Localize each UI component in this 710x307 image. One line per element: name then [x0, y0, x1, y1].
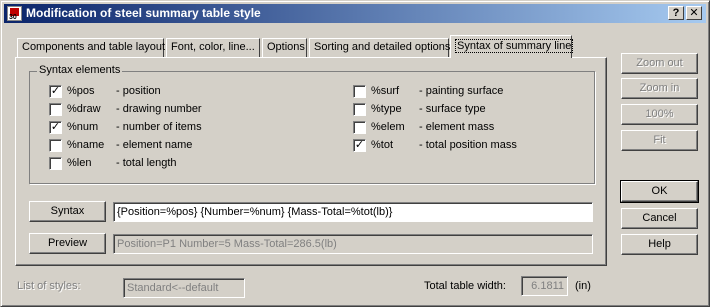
- code-label: %tot: [371, 139, 394, 151]
- code-label: %num: [67, 121, 99, 133]
- tab-options[interactable]: Options: [262, 38, 307, 57]
- list-of-styles-label: List of styles:: [17, 280, 81, 292]
- desc-label: - number of items: [116, 121, 202, 133]
- preview-field: Position=P1 Number=5 Mass-Total=286.5(lb…: [113, 234, 593, 254]
- checkbox-box[interactable]: [49, 157, 62, 170]
- tab-font-color-line[interactable]: Font, color, line...: [166, 38, 260, 57]
- desc-label: - drawing number: [116, 103, 202, 115]
- ok-button[interactable]: OK: [620, 180, 699, 203]
- checkbox-type[interactable]: %type - surface type: [353, 102, 583, 118]
- preview-button[interactable]: Preview: [29, 233, 106, 254]
- desc-label: - surface type: [419, 103, 486, 115]
- desc-label: - element mass: [419, 121, 495, 133]
- zoom-out-button[interactable]: Zoom out: [621, 53, 698, 74]
- total-width-field: 6.1811: [521, 276, 568, 296]
- group-title: Syntax elements: [37, 64, 123, 76]
- help-button[interactable]: Help: [621, 234, 698, 255]
- fit-button[interactable]: Fit: [621, 130, 698, 151]
- code-label: %len: [67, 157, 92, 169]
- tab-label: Options: [267, 41, 305, 53]
- desc-label: - total length: [116, 157, 177, 169]
- desc-label: - total position mass: [419, 139, 517, 151]
- close-title-button[interactable]: ✕: [686, 6, 702, 20]
- tab-label: Components and table layout: [22, 41, 166, 53]
- app-icon: 30: [7, 6, 22, 21]
- tab-label: Syntax of summary line: [455, 39, 574, 53]
- dialog-window: 30 Modification of steel summary table s…: [0, 0, 710, 307]
- checkbox-surf[interactable]: %surf - painting surface: [353, 84, 583, 100]
- desc-label: - element name: [116, 139, 193, 151]
- code-label: %type: [371, 103, 402, 115]
- tab-components-layout[interactable]: Components and table layout: [17, 38, 166, 57]
- checkbox-name[interactable]: %name - element name: [49, 138, 329, 154]
- checkbox-tot[interactable]: ✓ %tot - total position mass: [353, 138, 583, 154]
- checkbox-draw[interactable]: %draw - drawing number: [49, 102, 329, 118]
- checkbox-pos[interactable]: ✓ %pos - position: [49, 84, 329, 100]
- checkbox-num[interactable]: ✓ %num - number of items: [49, 120, 329, 136]
- cancel-button[interactable]: Cancel: [621, 208, 698, 229]
- desc-label: - painting surface: [419, 85, 504, 97]
- tab-label: Sorting and detailed options: [314, 41, 451, 53]
- checkbox-box[interactable]: [353, 121, 366, 134]
- checkbox-box[interactable]: [49, 103, 62, 116]
- code-label: %elem: [371, 121, 405, 133]
- checkbox-box[interactable]: [353, 85, 366, 98]
- total-width-label: Total table width:: [424, 280, 506, 292]
- tab-label: Font, color, line...: [171, 41, 255, 53]
- checkbox-elem[interactable]: %elem - element mass: [353, 120, 583, 136]
- total-width-unit: (in): [575, 280, 591, 292]
- syntax-input[interactable]: {Position=%pos} {Number=%num} {Mass-Tota…: [113, 202, 593, 222]
- code-label: %pos: [67, 85, 95, 97]
- checkbox-box[interactable]: ✓: [49, 121, 62, 134]
- checkbox-box[interactable]: [353, 103, 366, 116]
- window-title: Modification of steel summary table styl…: [26, 6, 261, 20]
- code-label: %surf: [371, 85, 400, 97]
- tab-syntax-summary-line[interactable]: Syntax of summary line: [450, 35, 574, 58]
- zoom-100-button[interactable]: 100%: [621, 104, 698, 125]
- zoom-in-button[interactable]: Zoom in: [621, 78, 698, 99]
- tab-sorting-detailed[interactable]: Sorting and detailed options: [309, 38, 451, 57]
- title-bar[interactable]: 30 Modification of steel summary table s…: [4, 4, 706, 23]
- help-title-button[interactable]: ?: [668, 6, 684, 20]
- checkbox-len[interactable]: %len - total length: [49, 156, 329, 172]
- list-of-styles-select: Standard<--default: [123, 278, 245, 298]
- checkbox-box[interactable]: ✓: [49, 85, 62, 98]
- syntax-button[interactable]: Syntax: [29, 201, 106, 222]
- code-label: %name: [67, 139, 105, 151]
- desc-label: - position: [116, 85, 161, 97]
- checkbox-box[interactable]: [49, 139, 62, 152]
- code-label: %draw: [67, 103, 101, 115]
- checkbox-box[interactable]: ✓: [353, 139, 366, 152]
